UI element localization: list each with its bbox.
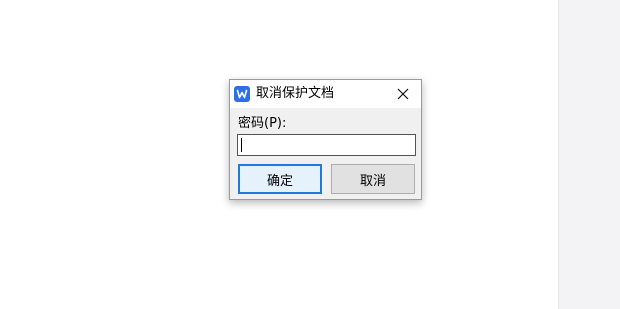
- unprotect-document-dialog: 取消保护文档 密码(P): 确定 取消: [229, 79, 422, 200]
- side-panel: [558, 0, 620, 309]
- text-caret: [241, 138, 242, 152]
- dialog-titlebar: 取消保护文档: [230, 80, 421, 108]
- ok-button[interactable]: 确定: [238, 164, 322, 194]
- dialog-title: 取消保护文档: [256, 86, 335, 101]
- password-input[interactable]: [237, 134, 416, 156]
- password-label: 密码(P):: [238, 116, 287, 131]
- close-button[interactable]: [391, 84, 415, 104]
- close-icon: [397, 85, 409, 104]
- wps-writer-icon: [234, 86, 250, 102]
- cancel-button[interactable]: 取消: [331, 164, 415, 194]
